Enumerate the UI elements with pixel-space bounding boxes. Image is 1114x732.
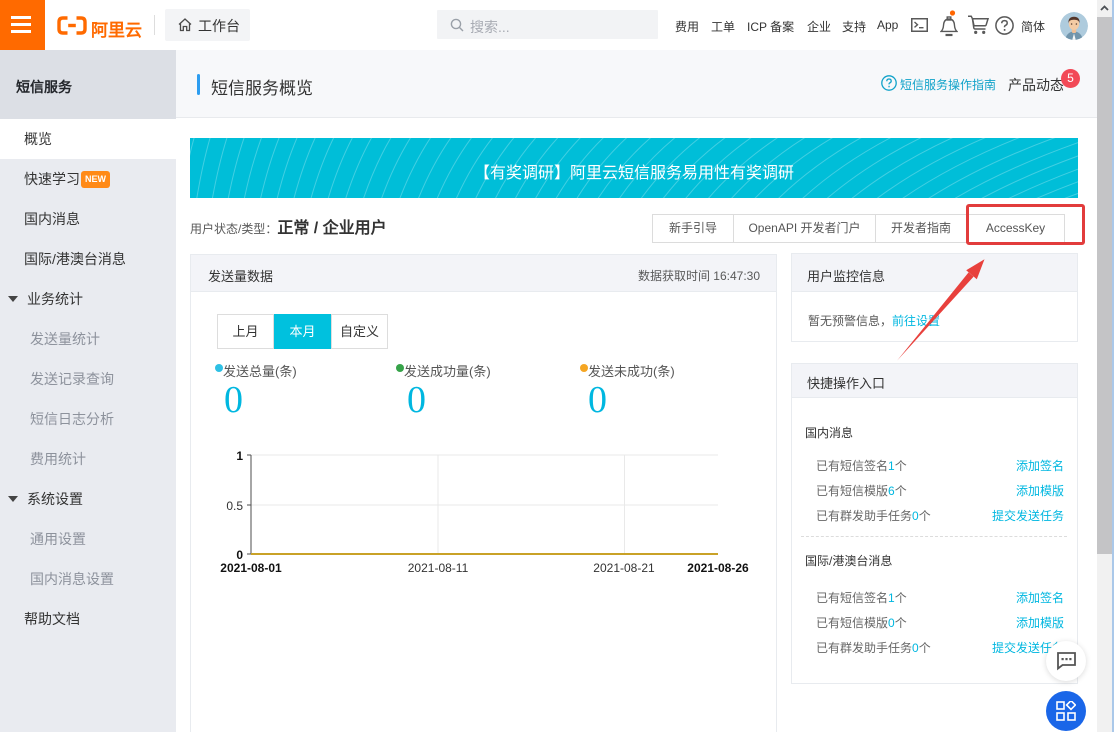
svg-text:2021-08-11: 2021-08-11 bbox=[408, 561, 469, 575]
svg-text:2021-08-01: 2021-08-01 bbox=[220, 561, 282, 575]
svg-text:2021-08-21: 2021-08-21 bbox=[593, 561, 655, 575]
svg-text:1: 1 bbox=[236, 449, 243, 463]
svg-text:2021-08-26: 2021-08-26 bbox=[687, 561, 749, 575]
svg-text:0.5: 0.5 bbox=[226, 499, 243, 513]
svg-text:0: 0 bbox=[236, 548, 243, 562]
